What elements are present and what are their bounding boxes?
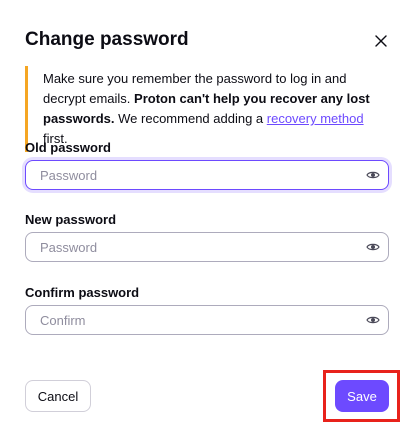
confirm-password-label: Confirm password: [25, 285, 140, 300]
new-password-field: [25, 232, 389, 262]
eye-icon: [366, 171, 380, 179]
dialog-title: Change password: [25, 29, 189, 50]
confirm-password-field: [25, 305, 389, 335]
cancel-button[interactable]: Cancel: [25, 380, 91, 412]
old-password-label: Old password: [25, 140, 111, 155]
eye-icon: [366, 316, 380, 324]
toggle-confirm-password-visibility[interactable]: [358, 306, 388, 334]
toggle-old-password-visibility[interactable]: [358, 161, 388, 189]
old-password-field: [25, 160, 389, 190]
notice-text-middle: We recommend adding a: [114, 111, 267, 126]
new-password-input[interactable]: [26, 233, 358, 261]
recovery-method-link[interactable]: recovery method: [267, 111, 364, 126]
old-password-input[interactable]: [26, 161, 358, 189]
change-password-dialog: Change password Make sure you remember t…: [0, 0, 414, 436]
eye-icon: [366, 243, 380, 251]
close-icon: [375, 35, 387, 47]
confirm-password-input[interactable]: [26, 306, 358, 334]
new-password-label: New password: [25, 212, 117, 227]
toggle-new-password-visibility[interactable]: [358, 233, 388, 261]
save-button[interactable]: Save: [335, 380, 389, 412]
close-button[interactable]: [371, 31, 391, 51]
